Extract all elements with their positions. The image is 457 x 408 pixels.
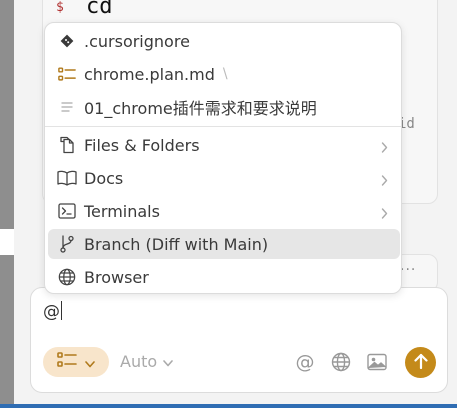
terminal-command: cd (86, 0, 113, 19)
model-label: Auto (120, 352, 158, 371)
checklist-icon (57, 352, 77, 372)
recent-file-item[interactable]: 01_chrome插件需求和要求说明 (48, 92, 400, 122)
menu-item-terminals[interactable]: Terminals (48, 196, 400, 226)
image-icon[interactable] (366, 351, 388, 373)
arrow-up-icon (413, 353, 428, 373)
files-icon (57, 135, 77, 155)
mention-dropdown: .cursorignore chrome.plan.md \ 01_chrome… (44, 22, 402, 294)
at-mention-icon[interactable]: @ (294, 351, 316, 373)
text-lines-icon (57, 97, 77, 117)
composer-input-box[interactable] (30, 287, 448, 393)
terminal-prompt-symbol: $ (56, 0, 64, 15)
chevron-right-icon (381, 138, 388, 157)
menu-item-label: Files & Folders (84, 135, 200, 155)
composer-input[interactable]: @ (43, 301, 62, 322)
text-caret (61, 301, 62, 320)
chevron-down-icon (85, 353, 95, 372)
more-options-button[interactable]: ··· (400, 262, 416, 278)
status-bar (0, 404, 457, 408)
menu-item-branch[interactable]: Branch (Diff with Main) (48, 229, 400, 259)
menu-item-docs[interactable]: Docs (48, 163, 400, 193)
send-button[interactable] (405, 347, 436, 378)
chevron-down-icon (163, 352, 173, 371)
menu-item-browser[interactable]: Browser (48, 262, 400, 292)
composer-input-value: @ (43, 302, 60, 322)
recent-file-item[interactable]: chrome.plan.md \ (48, 59, 400, 89)
menu-item-files-folders[interactable]: Files & Folders (48, 130, 400, 160)
menu-item-label: Branch (Diff with Main) (84, 234, 269, 254)
recent-file-item[interactable]: .cursorignore (48, 26, 400, 56)
chevron-right-icon (381, 171, 388, 190)
menu-item-label: Browser (84, 267, 149, 287)
menu-item-label: Terminals (84, 201, 160, 221)
terminal-icon (57, 201, 77, 221)
mode-selector-button[interactable] (43, 347, 109, 377)
book-icon (57, 168, 77, 188)
recent-file-label: .cursorignore (84, 31, 190, 51)
menu-item-label: Docs (84, 168, 124, 188)
chevron-right-icon (381, 204, 388, 223)
git-branch-icon (57, 234, 77, 254)
model-selector[interactable]: Auto (120, 352, 173, 371)
recent-file-label: 01_chrome插件需求和要求说明 (84, 99, 317, 118)
recent-file-label: chrome.plan.md (84, 64, 215, 84)
globe-icon[interactable] (330, 351, 352, 373)
left-panel-strip (0, 0, 14, 404)
checklist-icon (57, 64, 77, 84)
menu-divider (45, 126, 401, 127)
git-diamond-icon (57, 31, 77, 51)
globe-icon (57, 267, 77, 287)
path-separator: \ (222, 66, 228, 82)
